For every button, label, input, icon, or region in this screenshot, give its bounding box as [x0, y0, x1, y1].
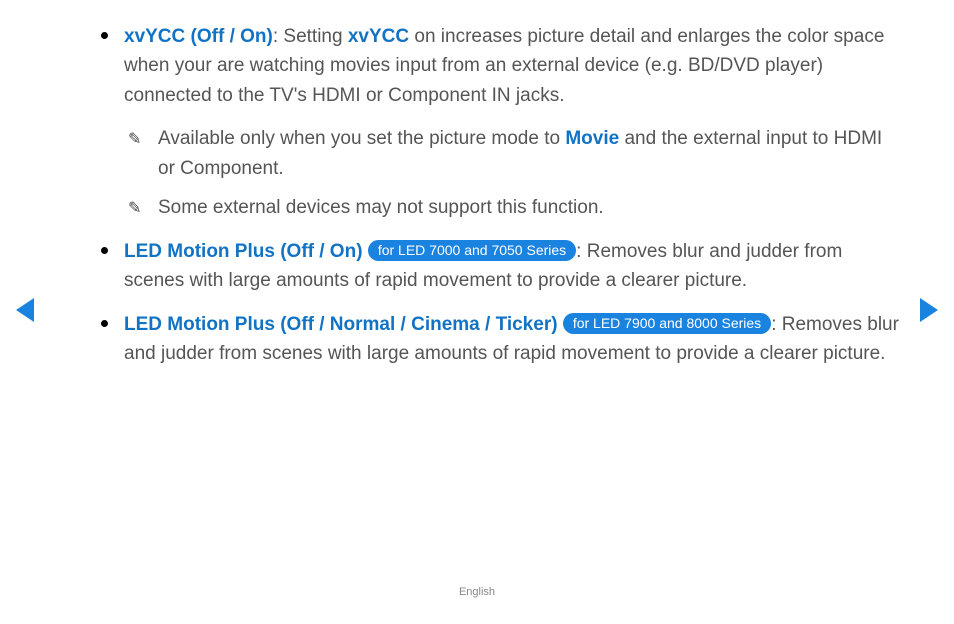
list-item: LED Motion Plus (Off / Normal / Cinema /… [90, 310, 904, 369]
inline-keyword: Movie [565, 128, 619, 149]
body-text: : Setting [273, 26, 348, 47]
language-label: English [0, 586, 954, 598]
note-item: ✎ Available only when you set the pictur… [124, 124, 904, 183]
manual-page: xvYCC (Off / On): Setting xvYCC on incre… [0, 0, 954, 624]
option-title: LED Motion Plus (Off / On) [124, 241, 363, 262]
bullet-disc-icon [101, 32, 108, 39]
next-page-button[interactable] [920, 298, 938, 322]
option-title: xvYCC (Off / On) [124, 26, 273, 47]
note-item: ✎ Some external devices may not support … [124, 193, 904, 222]
bullet-list: xvYCC (Off / On): Setting xvYCC on incre… [90, 22, 904, 368]
note-text: Some external devices may not support th… [158, 197, 604, 218]
note-icon: ✎ [128, 197, 141, 222]
option-title: LED Motion Plus (Off / Normal / Cinema /… [124, 314, 558, 335]
note-icon: ✎ [128, 128, 141, 153]
inline-keyword: xvYCC [348, 26, 409, 47]
bullet-disc-icon [101, 247, 108, 254]
series-badge: for LED 7900 and 8000 Series [563, 313, 771, 335]
series-badge: for LED 7000 and 7050 Series [368, 240, 576, 262]
prev-page-button[interactable] [16, 298, 34, 322]
note-list: ✎ Available only when you set the pictur… [124, 124, 904, 222]
content-area: xvYCC (Off / On): Setting xvYCC on incre… [90, 22, 904, 382]
list-item: xvYCC (Off / On): Setting xvYCC on incre… [90, 22, 904, 223]
note-text: Available only when you set the picture … [158, 128, 565, 149]
list-item: LED Motion Plus (Off / On) for LED 7000 … [90, 237, 904, 296]
bullet-disc-icon [101, 320, 108, 327]
